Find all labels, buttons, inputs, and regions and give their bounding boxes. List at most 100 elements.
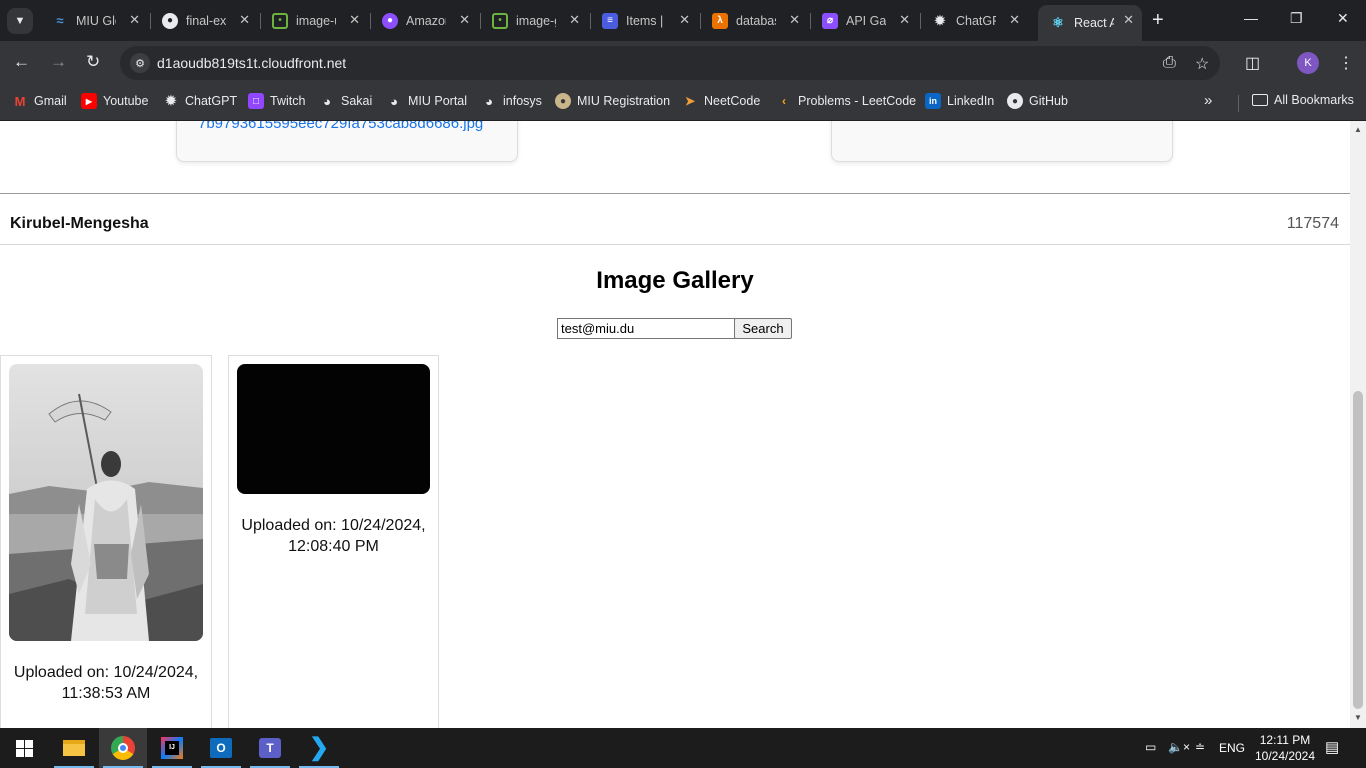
tab-items-dynamodb[interactable]: ≡ Items | DynamoDB ✕: [590, 5, 698, 36]
close-window-button[interactable]: ✕: [1337, 10, 1349, 27]
bookmark-star-icon[interactable]: ☆: [1195, 54, 1209, 74]
divider: [0, 244, 1350, 245]
clock-time: 12:11 PM: [1259, 733, 1311, 747]
bookmark-twitch[interactable]: □ Twitch: [248, 93, 305, 109]
intellij-icon: IJ: [161, 737, 183, 759]
taskbar-chrome[interactable]: [99, 728, 147, 768]
bookmark-neetcode[interactable]: ➤ NeetCode: [682, 93, 760, 109]
battery-icon[interactable]: ▭: [1145, 740, 1156, 754]
address-bar[interactable]: ⚙ d1aoudb819ts1t.cloudfront.net ⎙ ☆: [120, 46, 1220, 80]
windows-start-icon: [15, 739, 33, 757]
close-tab-icon[interactable]: ✕: [569, 12, 580, 28]
tab-miu-global[interactable]: ≈ MIU Global ✕: [40, 5, 148, 36]
user-id: 117574: [1286, 215, 1339, 232]
upload-timestamp: Uploaded on: 10/24/2024, 11:38:53 AM: [13, 664, 199, 702]
start-button[interactable]: [0, 728, 48, 768]
back-button[interactable]: ←: [13, 53, 30, 71]
chevron-down-icon: ▼: [14, 15, 26, 27]
openai-icon: ✹: [934, 12, 946, 28]
bookmark-infosys[interactable]: ◕ infosys: [481, 93, 542, 109]
tab-image-gallery[interactable]: • image-gallery ✕: [480, 5, 588, 36]
url-text[interactable]: d1aoudb819ts1t.cloudfront.net: [157, 55, 346, 71]
close-tab-icon[interactable]: ✕: [239, 12, 250, 28]
vscode-icon: ❯: [308, 734, 330, 761]
leetcode-icon: ‹: [782, 94, 786, 108]
divider: [0, 193, 1350, 194]
close-tab-icon[interactable]: ✕: [129, 12, 140, 28]
new-tab-button[interactable]: +: [1152, 10, 1164, 30]
miu-icon: ≈: [56, 13, 64, 28]
tab-chatgpt[interactable]: ✹ ChatGPT ✕: [920, 5, 1028, 36]
image-file-link[interactable]: 7b9793615595eec729fa753cab8d6686.jpg: [198, 121, 483, 132]
close-tab-icon[interactable]: ✕: [1123, 12, 1134, 28]
forward-button[interactable]: →: [50, 53, 67, 71]
restore-button[interactable]: ❐: [1290, 10, 1303, 27]
taskbar-outlook[interactable]: O: [197, 728, 245, 768]
language-indicator[interactable]: ENG: [1219, 741, 1245, 755]
spring-icon: •: [492, 12, 508, 29]
taskbar-intellij[interactable]: IJ: [148, 728, 196, 768]
bookmark-linkedin[interactable]: in LinkedIn: [925, 93, 994, 109]
install-app-icon[interactable]: ⎙: [1163, 54, 1176, 72]
page-scrollbar[interactable]: ▲ ▼: [1350, 121, 1366, 728]
double-chevron-right-icon: »: [1204, 92, 1213, 109]
minimize-icon: —: [1244, 10, 1258, 26]
minimize-button[interactable]: —: [1244, 10, 1258, 26]
gallery-image[interactable]: [9, 364, 203, 641]
taskbar-teams[interactable]: T: [246, 728, 294, 768]
search-input[interactable]: [557, 318, 735, 339]
wifi-icon[interactable]: ≐: [1195, 740, 1205, 754]
bookmark-chatgpt[interactable]: ✹ ChatGPT: [163, 93, 238, 109]
taskbar-vscode[interactable]: ❯: [295, 728, 343, 768]
close-tab-icon[interactable]: ✕: [459, 12, 470, 28]
react-icon: ⚛: [1052, 15, 1064, 30]
gmail-icon: M: [14, 93, 26, 109]
windows-taskbar: IJ O T ❯ ▭ 🔈× ≐ ENG 12:11 PM 10/24/2024 …: [0, 728, 1366, 768]
plus-icon: +: [1152, 9, 1164, 31]
scrollbar-thumb[interactable]: [1353, 391, 1363, 709]
bookmark-github[interactable]: ● GitHub: [1007, 93, 1068, 109]
tab-react-app[interactable]: ⚛ React App ✕: [1038, 5, 1142, 41]
bookmark-gmail[interactable]: M Gmail: [12, 93, 67, 109]
close-tab-icon[interactable]: ✕: [679, 12, 690, 28]
bookmark-miu-registration[interactable]: ● MIU Registration: [555, 93, 670, 109]
folder-icon: [1252, 94, 1268, 106]
restore-icon: ❐: [1290, 10, 1303, 26]
tab-api-gateway[interactable]: ⌀ API Gateway ✕: [810, 5, 918, 36]
scroll-down-arrow-icon[interactable]: ▼: [1354, 713, 1362, 722]
system-clock[interactable]: 12:11 PM 10/24/2024: [1250, 732, 1320, 764]
profile-avatar[interactable]: K: [1297, 52, 1319, 74]
bookmark-miu-portal[interactable]: ◕ MIU Portal: [386, 93, 467, 109]
github-icon: ●: [1007, 93, 1023, 109]
close-tab-icon[interactable]: ✕: [899, 12, 910, 28]
bookmark-youtube[interactable]: ▶ Youtube: [81, 93, 148, 109]
tab-final-exam[interactable]: ● final-exam ✕: [150, 5, 258, 36]
close-icon: ✕: [1337, 10, 1349, 26]
close-tab-icon[interactable]: ✕: [349, 12, 360, 28]
reload-button[interactable]: ↻: [86, 53, 100, 71]
close-tab-icon[interactable]: ✕: [1009, 12, 1020, 28]
site-info-icon[interactable]: ⚙: [130, 53, 150, 73]
menu-kebab-icon[interactable]: ⋮: [1338, 53, 1354, 73]
all-bookmarks-button[interactable]: All Bookmarks: [1252, 93, 1354, 107]
search-button[interactable]: Search: [734, 318, 792, 339]
tab-strip: ▼ ≈ MIU Global ✕ ● final-exam ✕ • image-…: [0, 0, 1366, 41]
close-tab-icon[interactable]: ✕: [789, 12, 800, 28]
tab-search-button[interactable]: ▼: [7, 8, 33, 34]
tab-image-upload[interactable]: • image-upload ✕: [260, 5, 368, 36]
notifications-icon[interactable]: ▤: [1325, 738, 1339, 756]
tab-database[interactable]: λ database ✕: [700, 5, 808, 36]
page-title: Image Gallery: [596, 267, 754, 294]
bookmark-sakai[interactable]: ◕ Sakai: [319, 93, 372, 109]
gallery-card: Uploaded on: 10/24/2024, 12:08:40 PM: [228, 355, 439, 728]
scroll-up-arrow-icon[interactable]: ▲: [1354, 125, 1362, 134]
extensions-icon[interactable]: ◫: [1245, 53, 1260, 73]
bookmarks-bar: M Gmail ▶ Youtube ✹ ChatGPT □ Twitch ◕ S…: [0, 85, 1366, 121]
outlook-icon: O: [210, 738, 232, 758]
more-bookmarks-button[interactable]: »: [1204, 92, 1212, 109]
tab-amazon-cognito[interactable]: ● Amazon Cognito ✕: [370, 5, 478, 36]
bookmark-leetcode[interactable]: ‹ Problems - LeetCode: [776, 93, 916, 109]
taskbar-file-explorer[interactable]: [50, 728, 98, 768]
gallery-image[interactable]: [237, 364, 430, 494]
speaker-muted-icon[interactable]: 🔈×: [1168, 740, 1190, 754]
